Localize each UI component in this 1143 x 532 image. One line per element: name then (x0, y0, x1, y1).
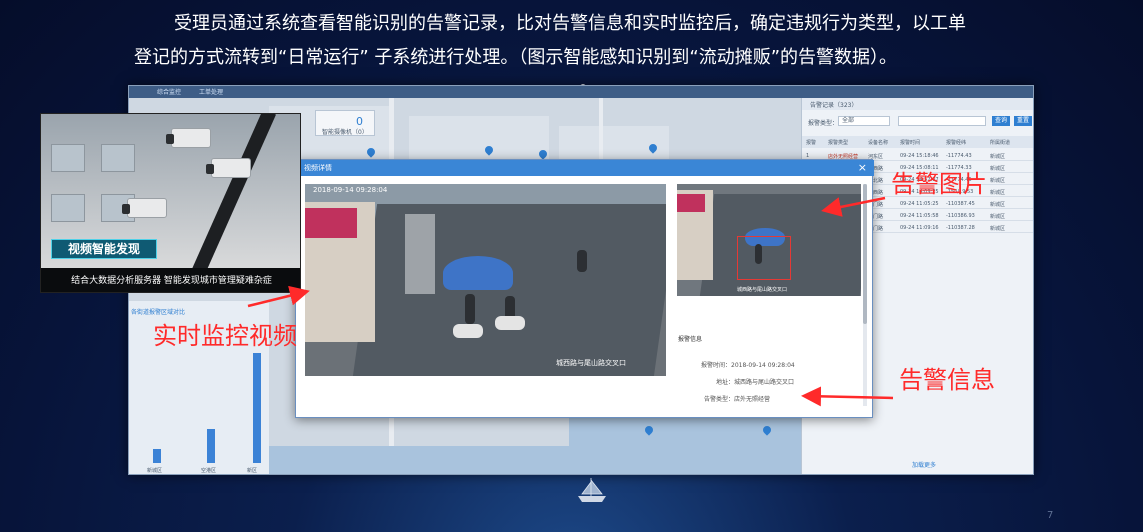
inset-caption: 结合大数据分析服务器 智能发现城市管理疑难杂症 (41, 268, 300, 292)
chart-bar (253, 353, 261, 463)
intro-line-2: 登记的方式流转到“日常运行” 子系统进行处理。（图示智能感知识别到“流动摊贩”的… (134, 47, 898, 68)
note-alarm-image: 告警图片 (891, 170, 987, 198)
note-live-video: 实时监控视频 (153, 322, 297, 350)
table-cell: -11774.43 (946, 153, 972, 159)
table-cell: -110387.28 (946, 225, 975, 231)
column-header: 报警 (806, 140, 817, 146)
video-timestamp: 2018-09-14 09:28:04 (313, 186, 388, 194)
table-cell: 09-24 15:18:46 (900, 153, 939, 159)
tab-monitor[interactable]: 综合监控 (157, 87, 181, 96)
table-cell: 新城区 (990, 226, 1006, 232)
app-topbar: 综合监控 工单处理 (129, 86, 1033, 98)
live-video-player[interactable]: 2018-09-14 09:28:04 城西路与尾山路交叉口 (305, 184, 666, 376)
bar-label: 新区 (247, 468, 258, 474)
alarm-panel-header: 告警记录（323） (802, 98, 1033, 110)
intro-text: 受理员通过系统查看智能识别的告警记录，比对告警信息和实时监控后，确定违规行为类型… (0, 0, 1143, 82)
table-cell: 新城区 (990, 178, 1006, 184)
bar-label: 空港区 (201, 468, 217, 474)
table-cell: 09-24 11:09:16 (900, 225, 939, 231)
intro-line-1: 受理员通过系统查看智能识别的告警记录，比对告警信息和实时监控后，确定违规行为类型… (174, 13, 966, 34)
bar-label: 新城区 (147, 468, 163, 474)
ship-icon (578, 478, 606, 502)
table-cell: 新城区 (990, 202, 1006, 208)
page-number: 7 (1047, 510, 1054, 521)
modal-scrollbar[interactable] (863, 184, 867, 406)
table-cell: 新城区 (990, 190, 1006, 196)
video-detail-modal: 视频详情 × 2018-09-14 09:28:04 城西路与尾山路交叉口 城西… (295, 159, 874, 418)
query-button[interactable]: 查询 (992, 116, 1010, 126)
load-more-link[interactable]: 加载更多 (912, 460, 936, 469)
video-smart-discovery-badge: 视频智能发现 (51, 239, 157, 259)
video-location: 城西路与尾山路交叉口 (556, 359, 626, 367)
table-cell: 新城区 (990, 154, 1006, 160)
smart-camera-photo: 视频智能发现 结合大数据分析服务器 智能发现城市管理疑难杂症 (40, 113, 301, 293)
stats-title: 各街道报警区域对比 (131, 309, 186, 316)
modal-title: 视频详情 (304, 164, 332, 172)
column-header: 设备名称 (868, 140, 889, 146)
column-header: 报警时间 (900, 140, 921, 146)
table-cell: 新城区 (990, 166, 1006, 172)
table-cell: 09-24 11:05:25 (900, 201, 939, 207)
alarm-type: 告警类型：店外无照经营 (704, 396, 771, 403)
alarm-panel-title: 告警记录（323） (810, 102, 858, 109)
chart-bar (207, 429, 215, 463)
close-icon[interactable]: × (858, 161, 867, 174)
chart-bar (153, 448, 161, 463)
table-cell: -110387.45 (946, 201, 975, 207)
alarm-snapshot-image[interactable]: 城西路与尾山路交叉口 (677, 184, 861, 296)
filter-label: 报警类型： (808, 120, 839, 127)
column-header: 所属街道 (990, 140, 1011, 146)
alarm-time: 报警时间：2018-09-14 09:28:04 (701, 362, 795, 369)
camera-counter[interactable]: 0 智能摄像机（0） (315, 110, 375, 136)
table-cell: 09-24 11:05:58 (900, 213, 939, 219)
column-header: 报警经纬 (946, 140, 967, 146)
table-cell: -110386.93 (946, 213, 975, 219)
alarm-image-location: 城西路与尾山路交叉口 (737, 287, 788, 293)
note-alarm-info: 告警信息 (899, 366, 995, 394)
camera-count-label: 智能摄像机（0） (322, 129, 368, 136)
alarm-type-select[interactable]: 全部 (838, 116, 890, 126)
alarm-table-header: 报警 报警类型 设备名称 报警时间 报警经纬 所属街道 (802, 136, 1033, 148)
alarm-info-title: 报警信息 (678, 336, 703, 343)
tab-workorder[interactable]: 工单处理 (199, 87, 223, 96)
alarm-address: 地址：城西路与尾山路交叉口 (716, 379, 795, 386)
table-cell: 新城区 (990, 214, 1006, 220)
device-search-input[interactable] (898, 116, 986, 126)
modal-header: 视频详情 × (296, 160, 874, 176)
detection-box (737, 236, 791, 280)
column-header: 报警类型 (828, 140, 849, 146)
reset-button[interactable]: 重置 (1014, 116, 1032, 126)
